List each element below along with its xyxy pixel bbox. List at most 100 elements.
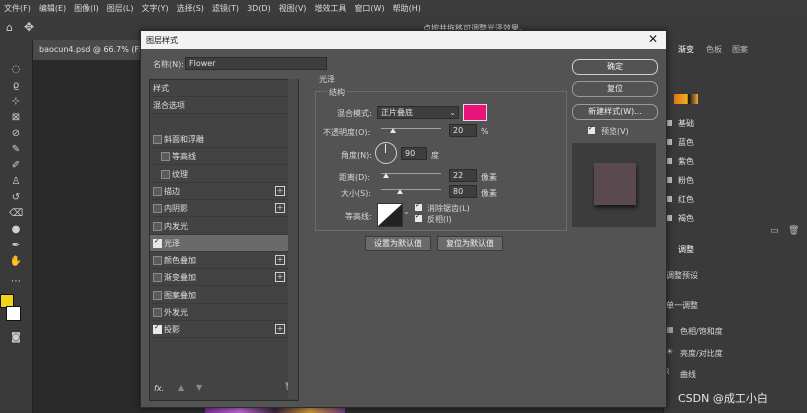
menu-item-4[interactable]: 文字(Y): [137, 3, 172, 14]
menu-item-2[interactable]: 图像(I): [70, 3, 103, 14]
ok-button[interactable]: 确定: [572, 59, 658, 75]
pen-tool-icon[interactable]: ✒: [9, 240, 23, 252]
eyedropper-icon[interactable]: ⊘: [9, 128, 23, 140]
menu-item-7[interactable]: 3D(D): [243, 4, 275, 13]
effect-row[interactable]: 渐变叠加 +: [150, 269, 288, 287]
contour-picker[interactable]: [377, 203, 403, 227]
effect-checkbox[interactable]: [153, 256, 162, 266]
add-effect-icon[interactable]: +: [275, 203, 285, 214]
gradient-group-2[interactable]: 紫色: [678, 156, 694, 167]
reset-default-button[interactable]: 复位为默认值: [437, 236, 503, 251]
add-effect-icon[interactable]: +: [275, 255, 285, 266]
new-folder-icon[interactable]: ▭: [770, 226, 779, 236]
effect-row[interactable]: 纹理: [150, 166, 288, 183]
crop-tool-icon[interactable]: ⊠: [9, 112, 23, 124]
effect-checkbox[interactable]: [161, 169, 170, 179]
size-slider-thumb[interactable]: [397, 189, 404, 194]
menu-item-1[interactable]: 编辑(E): [35, 3, 70, 14]
gradient-group-0[interactable]: 基础: [678, 118, 694, 129]
menu-item-10[interactable]: 窗口(W): [350, 3, 388, 14]
effect-row[interactable]: 描边 +: [150, 183, 288, 200]
eraser-icon[interactable]: ⌫: [9, 208, 23, 220]
effect-checkbox[interactable]: [153, 221, 162, 231]
add-effect-icon[interactable]: +: [275, 324, 285, 335]
menu-item-3[interactable]: 图层(L): [103, 3, 138, 14]
preview-checkbox[interactable]: [588, 124, 595, 134]
adjust-item-hue[interactable]: 色相/饱和度: [680, 326, 723, 337]
effect-checkbox[interactable]: [153, 237, 162, 248]
invert-checkbox[interactable]: [415, 212, 422, 222]
size-field[interactable]: 80: [449, 185, 477, 198]
stamp-tool-icon[interactable]: ♙: [9, 176, 23, 188]
style-list-scrollbar[interactable]: [288, 79, 298, 399]
effect-row[interactable]: 图案叠加: [150, 287, 288, 304]
gradient-group-1[interactable]: 蓝色: [678, 137, 694, 148]
effect-row[interactable]: 外发光: [150, 304, 288, 321]
fx-icon[interactable]: fx.: [154, 384, 164, 393]
move-up-icon[interactable]: ▲: [178, 383, 184, 392]
menu-item-9[interactable]: 增效工具: [310, 3, 350, 14]
opacity-slider-thumb[interactable]: [390, 128, 396, 133]
menu-item-8[interactable]: 视图(V): [275, 3, 311, 14]
distance-field[interactable]: 22: [449, 169, 477, 182]
color-swatch[interactable]: [463, 104, 487, 121]
menu-item-11[interactable]: 帮助(H): [389, 3, 425, 14]
effect-row[interactable]: 等高线: [150, 148, 288, 166]
name-field[interactable]: Flower: [185, 57, 327, 70]
marquee-tool-icon[interactable]: ◌: [9, 64, 23, 76]
blend-options-row[interactable]: 混合选项: [150, 97, 288, 114]
effect-row[interactable]: 投影 +: [150, 321, 288, 339]
effect-checkbox[interactable]: [153, 135, 162, 144]
blend-mode-select[interactable]: 正片叠底 ⌄: [377, 106, 459, 119]
tab-swatches[interactable]: 色板: [706, 44, 722, 55]
single-adjust-label[interactable]: 单一调整: [666, 300, 698, 311]
hand-tool-icon[interactable]: ✋: [9, 256, 23, 268]
effect-row[interactable]: 斜面和浮雕: [150, 131, 288, 148]
add-effect-icon[interactable]: +: [275, 272, 285, 283]
effect-checkbox[interactable]: [153, 290, 162, 300]
menu-item-6[interactable]: 滤镜(T): [208, 3, 243, 14]
effect-row[interactable]: 内发光: [150, 218, 288, 235]
gradient-group-5[interactable]: 褐色: [678, 213, 694, 224]
effect-checkbox[interactable]: [153, 308, 162, 317]
close-icon[interactable]: ✕: [648, 32, 658, 46]
effect-checkbox[interactable]: [161, 152, 170, 162]
adjust-presets-label[interactable]: 调整预设: [666, 270, 698, 281]
quick-select-icon[interactable]: ⊹: [9, 96, 23, 108]
adjust-item-brightness[interactable]: 亮度/对比度: [680, 348, 723, 359]
quick-mask-icon[interactable]: ◙: [9, 332, 23, 344]
new-style-button[interactable]: 新建样式(W)...: [572, 104, 658, 120]
menu-item-0[interactable]: 文件(F): [0, 3, 35, 14]
brightness-icon[interactable]: ☀: [666, 347, 673, 356]
move-down-icon[interactable]: ▼: [196, 383, 202, 392]
effect-checkbox[interactable]: [153, 273, 162, 283]
brush-tool-icon[interactable]: ✐: [9, 160, 23, 172]
gradient-group-4[interactable]: 红色: [678, 194, 694, 205]
hue-saturation-icon[interactable]: ▦: [666, 325, 674, 334]
effect-checkbox[interactable]: [153, 186, 162, 196]
healing-brush-icon[interactable]: ✎: [9, 144, 23, 156]
effect-checkbox[interactable]: [153, 323, 162, 335]
gradient-preset-swatches[interactable]: [674, 94, 698, 104]
history-brush-icon[interactable]: ↺: [9, 192, 23, 204]
effect-row[interactable]: 颜色叠加 +: [150, 252, 288, 270]
style-header-row[interactable]: 样式: [150, 80, 288, 97]
size-slider[interactable]: [381, 189, 441, 190]
adjust-item-curves[interactable]: 曲线: [680, 369, 696, 380]
home-icon[interactable]: ⌂: [6, 21, 13, 34]
menu-item-5[interactable]: 选择(S): [173, 3, 208, 14]
more-tools-icon[interactable]: ⋯: [9, 276, 23, 288]
angle-dial[interactable]: [375, 142, 397, 164]
delete-icon[interactable]: 🗑: [788, 226, 799, 236]
reset-button[interactable]: 复位: [572, 81, 658, 97]
tab-patterns[interactable]: 图案: [732, 44, 748, 55]
blur-tool-icon[interactable]: ●: [9, 224, 23, 236]
effect-row[interactable]: 光泽: [150, 234, 288, 252]
tab-gradients[interactable]: 渐变: [678, 44, 694, 55]
document-tab[interactable]: baocun4.psd @ 66.7% (Flowe: [33, 40, 149, 60]
contour-chevron-icon[interactable]: ⌄: [403, 207, 410, 216]
opacity-field[interactable]: 20: [449, 124, 477, 137]
angle-field[interactable]: 90: [401, 147, 427, 160]
add-effect-icon[interactable]: +: [275, 185, 285, 196]
lasso-tool-icon[interactable]: ϱ: [9, 80, 23, 92]
